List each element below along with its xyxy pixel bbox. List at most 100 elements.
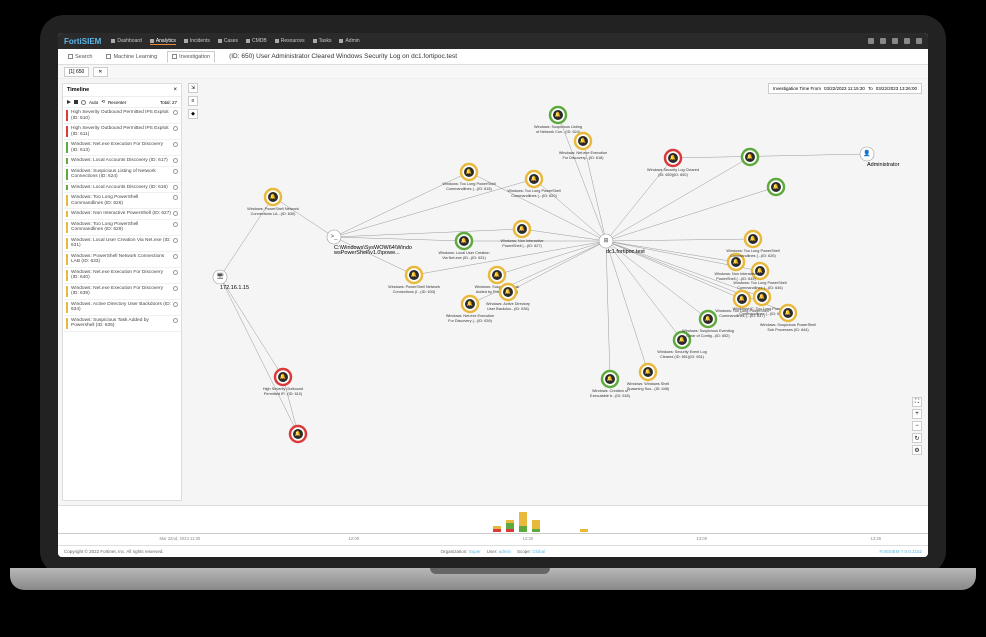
org-link[interactable]: Super <box>469 549 481 554</box>
event-node[interactable]: 🔔Windows: Too Long PowerShellCommandline… <box>442 164 495 191</box>
timeline-item[interactable]: Windows: Local Accounts Discovery (ID: 6… <box>63 156 181 167</box>
info-icon[interactable] <box>173 211 178 216</box>
graph-canvas[interactable]: Investigation Time From 03/22/2023 11:15… <box>200 79 928 505</box>
timeline-item[interactable]: Windows: Active Directory User Backdoors… <box>63 300 181 316</box>
histogram-bar[interactable] <box>532 520 540 532</box>
event-node[interactable]: 🔔 <box>768 179 784 195</box>
timeline-item[interactable]: Windows: Non Interactive PowerShell (ID:… <box>63 209 181 220</box>
info-icon[interactable] <box>173 169 178 174</box>
filter-icon[interactable]: ≡ <box>188 96 198 106</box>
play-icon[interactable] <box>67 100 71 104</box>
event-node[interactable]: 🔔 <box>290 426 306 442</box>
brand-logo[interactable]: FortiSIEM <box>64 37 101 46</box>
svg-text:Windows: Suspicious Listing: Windows: Suspicious Listing <box>534 125 582 129</box>
timeline-item[interactable]: Windows: Net.exe Execution For Discovery… <box>63 268 181 284</box>
subnav-investigation[interactable]: Investigation <box>167 51 215 63</box>
timeline-list[interactable]: High Severity Outbound Permitted IPS Exp… <box>63 108 181 500</box>
event-node[interactable]: 🔔Windows: Creation ofExecutable b...(ID:… <box>590 371 631 398</box>
host-node[interactable]: 🖥172.16.1.15 <box>213 270 249 291</box>
host-node[interactable]: >_C:\Windows\SysWOW64\WindowsPowerShell\… <box>327 230 412 256</box>
info-icon[interactable] <box>173 158 178 163</box>
host-node[interactable]: ⊞dc1.fortipoc.test <box>599 234 645 255</box>
timeline-item[interactable]: Windows: Suspicious Task Added by Powers… <box>63 316 181 332</box>
subnav-search[interactable]: Search <box>64 51 96 63</box>
scope-link[interactable]: Global <box>532 549 545 554</box>
help-icon[interactable] <box>892 38 898 44</box>
event-node[interactable]: 🔔Windows: Suspicious Listingof Network C… <box>534 107 582 134</box>
timeline-item[interactable]: Windows: Too Long PowerShell Commandline… <box>63 193 181 209</box>
histogram-bar[interactable] <box>493 526 501 532</box>
zoom-in-icon[interactable]: + <box>912 409 922 419</box>
timeline-item[interactable]: Windows: PowerShell Network Connections … <box>63 252 181 268</box>
event-node[interactable]: 🔔Windows: Local User CreationVia Net.exe… <box>438 233 489 260</box>
event-node[interactable]: 🔔Windows: PowerShell NetworkConnections … <box>388 267 440 294</box>
recenter-icon[interactable]: ⟲ <box>101 99 105 105</box>
timeline-item[interactable]: Windows: Local Accounts Discovery (ID: 6… <box>63 183 181 194</box>
network-graph[interactable]: 🖥172.16.1.15 >_C:\Windows\SysWOW64\Window… <box>200 79 928 505</box>
info-icon[interactable] <box>173 222 178 227</box>
info-icon[interactable] <box>173 270 178 275</box>
timeline-item[interactable]: Windows: Too Long PowerShell Commandline… <box>63 220 181 236</box>
timeline-item[interactable]: Windows: Net.exe Execution For Discovery… <box>63 140 181 156</box>
histogram-bar[interactable] <box>506 520 514 532</box>
timeline-close-icon[interactable]: × <box>173 87 177 93</box>
apps-icon[interactable] <box>916 38 922 44</box>
timeline-item[interactable]: High Severity Outbound Permitted IPS Exp… <box>63 108 181 124</box>
close-chip[interactable]: ✕ <box>93 67 107 77</box>
svg-text:🔔: 🔔 <box>466 168 472 175</box>
timeline-item[interactable]: Windows: Net.exe Execution For Discovery… <box>63 284 181 300</box>
event-node[interactable]: 🔔 <box>742 149 758 165</box>
refresh-icon[interactable]: ↻ <box>912 433 922 443</box>
info-icon[interactable] <box>173 185 178 190</box>
info-icon[interactable] <box>173 254 178 259</box>
event-node[interactable]: 🔔Windows: Net.exe ExecutionFor Discovery… <box>559 133 607 160</box>
stop-icon[interactable] <box>74 100 78 104</box>
svg-text:🔔: 🔔 <box>750 235 756 242</box>
settings-icon[interactable]: ⚙ <box>912 445 922 455</box>
event-node[interactable]: 🔔Windows Security Log Cleared(ID: 650)(I… <box>647 150 699 177</box>
svg-text:🔔: 🔔 <box>733 258 739 265</box>
event-node[interactable]: 🔔Windows: PowerShell NetworkConnections … <box>247 189 299 216</box>
host-node[interactable]: 👤Administrator <box>860 147 900 168</box>
nav-admin[interactable]: Admin <box>339 38 359 45</box>
auto-checkbox[interactable] <box>81 100 86 105</box>
info-icon[interactable] <box>173 318 178 323</box>
info-icon[interactable] <box>173 195 178 200</box>
info-icon[interactable] <box>173 110 178 115</box>
fit-icon[interactable]: ⛶ <box>912 397 922 407</box>
nav-cases[interactable]: Cases <box>218 38 238 45</box>
event-node[interactable]: 🔔High Severity OutboundPermitted IP...(I… <box>263 369 303 396</box>
timeline-item[interactable]: High Severity Outbound Permitted IPS Exp… <box>63 124 181 140</box>
timeline-item[interactable]: Windows: Suspicious Listing of Network C… <box>63 167 181 183</box>
nav-tasks[interactable]: Tasks <box>313 38 332 45</box>
user-link[interactable]: admin <box>499 549 511 554</box>
nav-cmdb[interactable]: CMDB <box>246 38 267 45</box>
histogram-bar[interactable] <box>519 512 527 532</box>
histogram-bar[interactable] <box>580 529 588 532</box>
event-node[interactable]: 🔔Windows: Non InteractivePowerShell (...… <box>714 254 757 281</box>
info-icon[interactable] <box>173 302 178 307</box>
expand-icon[interactable]: ⇲ <box>188 83 198 93</box>
timeline-item[interactable]: Windows: Local User Creation Via Net.exe… <box>63 236 181 252</box>
event-node[interactable]: 🔔Windows: Non InteractivePowerShell (...… <box>500 221 543 248</box>
reports-icon[interactable] <box>868 38 874 44</box>
nav-incidents[interactable]: Incidents <box>184 38 210 45</box>
nav-analytics[interactable]: Analytics <box>150 38 176 45</box>
event-node[interactable]: 🔔Windows: Too Long PowerShellCommandline… <box>726 231 779 258</box>
info-icon[interactable] <box>173 142 178 147</box>
investigation-chip[interactable]: [1] 650 <box>64 67 89 77</box>
user-icon[interactable] <box>904 38 910 44</box>
info-icon[interactable] <box>173 286 178 291</box>
info-icon[interactable] <box>173 238 178 243</box>
timeline-histogram[interactable]: Mar 22nd, 2023 11:3012:0012:3013:0013:26 <box>58 505 928 545</box>
event-node[interactable]: 🔔Windows: Windows ShellSpawning Sus...(I… <box>627 364 670 391</box>
subnav-machine-learning[interactable]: Machine Learning <box>102 51 161 63</box>
svg-text:🔔: 🔔 <box>461 237 467 244</box>
info-icon[interactable] <box>173 126 178 131</box>
svg-text:dc1.fortipoc.test: dc1.fortipoc.test <box>606 249 645 255</box>
nav-dashboard[interactable]: Dashboard <box>111 38 141 45</box>
tag-icon[interactable]: ◆ <box>188 109 198 119</box>
zoom-out-icon[interactable]: − <box>912 421 922 431</box>
nav-resources[interactable]: Resources <box>275 38 305 45</box>
alerts-icon[interactable] <box>880 38 886 44</box>
